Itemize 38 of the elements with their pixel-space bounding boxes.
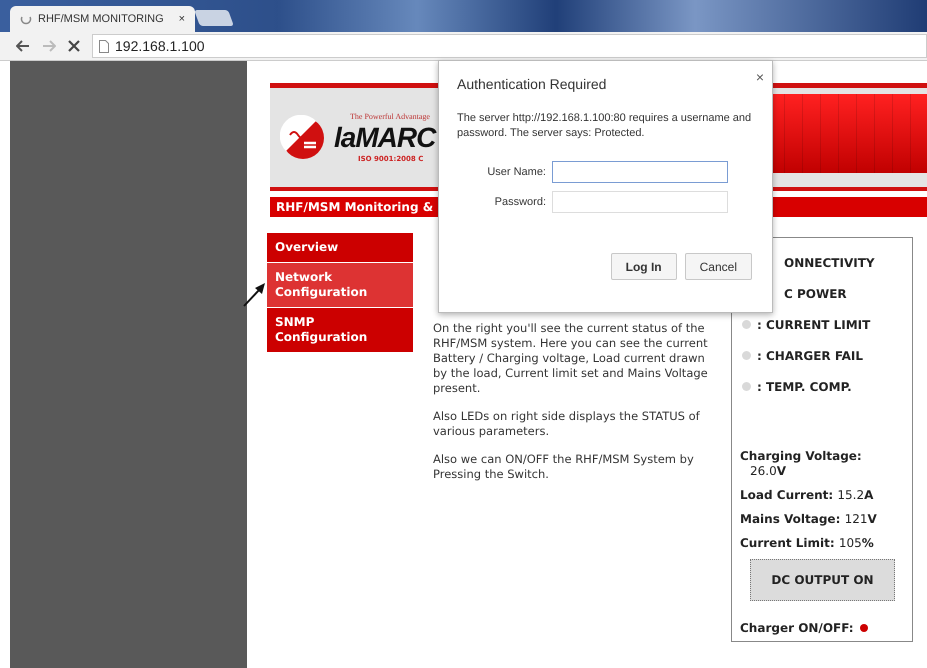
menu-item[interactable]: Overview xyxy=(267,233,413,262)
new-tab-button[interactable] xyxy=(194,10,234,26)
dialog-title: Authentication Required xyxy=(457,76,608,92)
cancel-button[interactable]: Cancel xyxy=(684,253,752,280)
logo-icon xyxy=(280,114,326,160)
close-button[interactable]: × xyxy=(754,67,766,87)
status-label: ONNECTIVITY xyxy=(784,256,875,270)
status-label: C POWER xyxy=(784,287,847,301)
status-label: : CHARGER FAIL xyxy=(757,349,864,363)
input-field[interactable] xyxy=(552,161,728,183)
dc-output-button[interactable]: DC OUTPUT ON xyxy=(750,559,895,601)
reading-text: Current Limit: 105% xyxy=(740,536,875,551)
charger-label: Charger ON/OFF: xyxy=(740,621,854,635)
reading-text: Charging Voltage: 26.0V xyxy=(740,449,863,479)
address-field[interactable]: 192.168.1.100 xyxy=(92,34,927,58)
status-label: : TEMP. COMP. xyxy=(757,380,852,394)
intro-paragraph: On the right you'll see the current status of the RHF/MSM system. Here you can see the current Battery / Charging voltage, Load current drawn by the load, Current limit set and Mains Voltage present. xyxy=(433,321,709,396)
reading-text: Load Current: 15.2A xyxy=(740,488,874,503)
status-label: : CURRENT LIMIT xyxy=(757,318,870,332)
intro-paragraph: Also LEDs on right side displays the STATUS of various parameters. xyxy=(433,409,701,439)
back-icon[interactable] xyxy=(16,40,30,52)
browser-tab[interactable]: RHF/MSM MONITORING × xyxy=(10,6,195,32)
reading-text: Mains Voltage: 121V xyxy=(740,512,878,527)
tab-title: RHF/MSM MONITORING xyxy=(38,13,165,25)
url-text: 192.168.1.100 xyxy=(115,38,205,54)
dialog-message: The server http://192.168.1.100:80 requires a username and password. The server says: Protected. xyxy=(457,111,752,141)
tab-close-button[interactable]: × xyxy=(178,13,185,25)
arrow-icon xyxy=(243,281,267,307)
menu-item[interactable]: Network Configuration xyxy=(267,263,413,307)
page-icon xyxy=(99,40,109,52)
login-button[interactable]: Log In xyxy=(610,253,677,280)
field-label: Password: xyxy=(494,196,546,208)
logo-name: laMARC xyxy=(334,121,436,155)
menu-item[interactable]: SNMP Configuration xyxy=(267,308,413,352)
field-label: User Name: xyxy=(486,166,546,178)
stop-icon[interactable] xyxy=(68,40,80,52)
logo-tagline: The Powerful Advantage xyxy=(350,112,430,121)
intro-paragraph: Also we can ON/OFF the RHF/MSM System by Pressing the Switch. xyxy=(433,452,695,482)
